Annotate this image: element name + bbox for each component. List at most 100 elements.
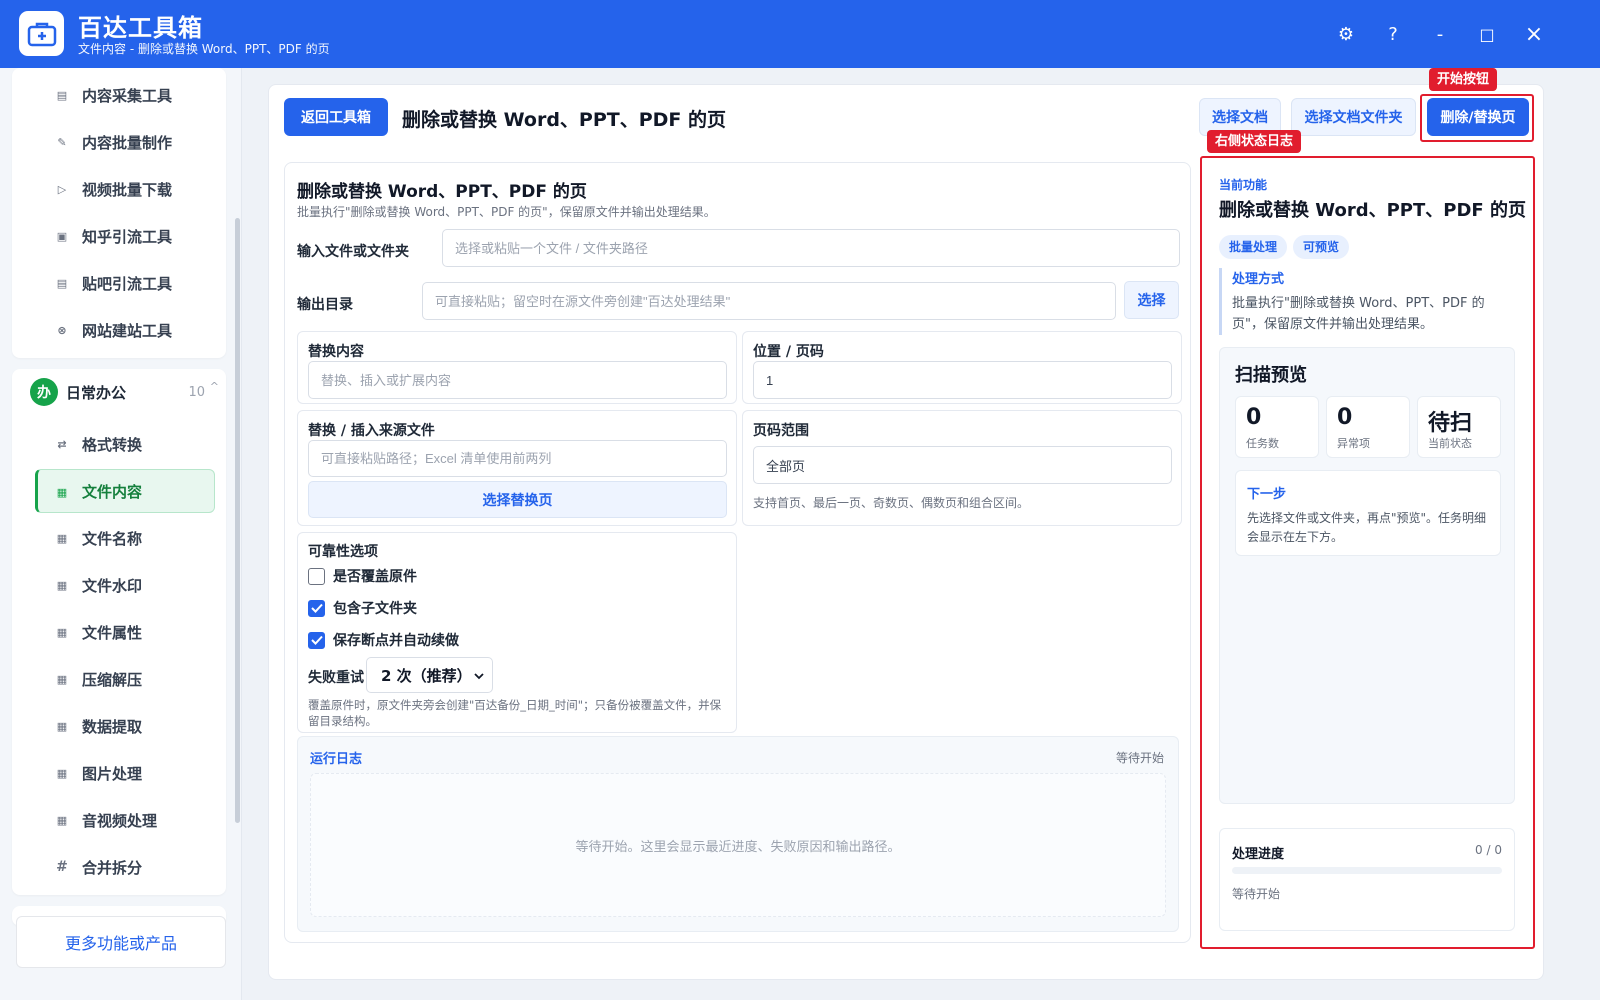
choose-replace-page-button[interactable]: 选择替换页 — [308, 481, 727, 518]
scan-preview-title: 扫描预览 — [1235, 365, 1307, 386]
close-icon[interactable]: × — [1520, 20, 1548, 48]
sidebar-item-tieba[interactable]: ▤ 贴吧引流工具 — [24, 261, 219, 305]
next-step-title: 下一步 — [1247, 487, 1287, 502]
overwrite-checkbox[interactable] — [308, 567, 325, 585]
sidebar-item-content-batch[interactable]: ✎ 内容批量制作 — [24, 120, 219, 164]
grid-icon: ▦ — [56, 485, 68, 499]
current-function-title: 删除或替换 Word、PPT、PDF 的页 — [1219, 200, 1526, 221]
scan-preview: 扫描预览 0 任务数 0 异常项 待扫 当前状态 下一步 先选择文件或文件夹，再… — [1219, 347, 1515, 804]
subfolders-checkbox[interactable] — [308, 599, 325, 617]
app-subtitle: 文件内容 - 删除或替换 Word、PPT、PDF 的页 — [78, 42, 330, 56]
next-step-card: 下一步 先选择文件或文件夹，再点"预览"。任务明细会显示在左下方。 — [1235, 470, 1501, 556]
hash-icon: # — [56, 859, 68, 875]
retry-select[interactable]: 2 次（推荐） — [366, 657, 493, 693]
source-file-box: 替换 / 插入来源文件 选择替换页 — [297, 410, 737, 526]
sidebar-group-daily-office[interactable]: 办 日常办公 10 ^ — [30, 370, 225, 414]
source-file-field[interactable] — [308, 440, 727, 477]
input-path-label: 输入文件或文件夹 — [297, 244, 409, 260]
progress-count: 0 / 0 — [1475, 843, 1502, 857]
page-range-field[interactable] — [753, 446, 1172, 484]
sidebar-scrollbar[interactable] — [235, 218, 240, 823]
replace-content-box: 替换内容 — [297, 331, 737, 404]
sidebar-item-file-watermark[interactable]: ▦ 文件水印 — [24, 563, 219, 607]
chevron-up-icon: ^ — [209, 380, 219, 393]
sidebar: ▤ 内容采集工具 ✎ 内容批量制作 ▷ 视频批量下载 ▣ 知乎引流工具 ▤ 贴吧引流工具 … — [0, 68, 242, 1000]
page-range-box: 页码范围 支持首页、最后一页、奇数页、偶数页和组合区间。 — [742, 410, 1182, 526]
overwrite-option[interactable]: 是否覆盖原件 — [308, 566, 417, 586]
method-description: 批量执行"删除或替换 Word、PPT、PDF 的页"，保留原文件并输出处理结果… — [1232, 296, 1485, 332]
group-label: 日常办公 — [66, 383, 127, 402]
run-log-title: 运行日志 — [310, 752, 363, 767]
replace-content-label: 替换内容 — [308, 344, 364, 360]
output-dir-label: 输出目录 — [297, 297, 353, 313]
back-to-toolbox-button[interactable]: 返回工具箱 — [284, 98, 388, 136]
sidebar-item-format-convert[interactable]: ⇄ 格式转换 — [24, 422, 219, 466]
retry-label: 失败重试 — [308, 670, 364, 686]
progress-card: 处理进度 0 / 0 等待开始 — [1219, 828, 1515, 931]
output-dir-field[interactable] — [422, 282, 1116, 320]
sidebar-item-av[interactable]: ▦ 音视频处理 — [24, 798, 219, 842]
sidebar-item-zhihu[interactable]: ▣ 知乎引流工具 — [24, 214, 219, 258]
grid-icon: ▦ — [56, 672, 68, 686]
form-card: 删除或替换 Word、PPT、PDF 的页 批量执行"删除或替换 Word、PP… — [284, 162, 1191, 943]
zhihu-icon: ▣ — [56, 229, 68, 243]
progress-bar — [1232, 867, 1502, 874]
form-description: 批量执行"删除或替换 Word、PPT、PDF 的页"，保留原文件并输出处理结果… — [297, 205, 716, 219]
sidebar-item-file-name[interactable]: ▦ 文件名称 — [24, 516, 219, 560]
settings-icon[interactable]: ⚙ — [1332, 20, 1360, 48]
sidebar-item-compress[interactable]: ▦ 压缩解压 — [24, 657, 219, 701]
minimize-icon[interactable]: - — [1426, 20, 1454, 48]
input-path-field[interactable] — [442, 229, 1180, 267]
next-step-description: 先选择文件或文件夹，再点"预览"。任务明细会显示在左下方。 — [1247, 511, 1487, 544]
sidebar-item-file-props[interactable]: ▦ 文件属性 — [24, 610, 219, 654]
sidebar-item-file-content[interactable]: ▦ 文件内容 — [35, 469, 215, 513]
position-field[interactable] — [753, 361, 1172, 399]
reliability-label: 可靠性选项 — [308, 544, 378, 560]
app-logo-icon — [19, 11, 64, 56]
start-button-tag: 开始按钮 — [1429, 68, 1498, 91]
pill-batch: 批量处理 — [1219, 235, 1288, 259]
sidebar-item-data-extract[interactable]: ▦ 数据提取 — [24, 704, 219, 748]
reliability-box: 可靠性选项 是否覆盖原件 包含子文件夹 保存断点并自动续做 失败重试 2 次（推… — [297, 532, 737, 733]
sidebar-item-image[interactable]: ▦ 图片处理 — [24, 751, 219, 795]
progress-status: 等待开始 — [1232, 887, 1281, 901]
page-range-hint: 支持首页、最后一页、奇数页、偶数页和组合区间。 — [753, 496, 1030, 510]
processing-method: 处理方式 批量执行"删除或替换 Word、PPT、PDF 的页"，保留原文件并输… — [1219, 268, 1515, 335]
page-title: 删除或替换 Word、PPT、PDF 的页 — [402, 109, 727, 131]
help-icon[interactable]: ? — [1379, 20, 1407, 48]
grid-icon: ▦ — [56, 625, 68, 639]
tieba-icon: ▤ — [56, 276, 68, 290]
sidebar-item-merge-split[interactable]: # 合并拆分 — [24, 845, 219, 889]
sidebar-item-content-collect[interactable]: ▤ 内容采集工具 — [24, 73, 219, 117]
grid-icon: ▦ — [56, 813, 68, 827]
convert-icon: ⇄ — [57, 437, 67, 451]
run-log-status: 等待开始 — [1115, 751, 1164, 765]
app-title: 百达工具箱 — [78, 14, 203, 42]
chevron-down-icon — [474, 667, 484, 685]
subfolders-option[interactable]: 包含子文件夹 — [308, 598, 417, 618]
group-count: 10 — [188, 384, 205, 400]
progress-title: 处理进度 — [1232, 847, 1285, 862]
form-title: 删除或替换 Word、PPT、PDF 的页 — [297, 182, 587, 202]
stat-anomaly-count: 0 异常项 — [1326, 396, 1410, 458]
more-products-button[interactable]: 更多功能或产品 — [16, 916, 226, 968]
reliability-note: 覆盖原件时，原文件夹旁会创建"百达备份_日期_时间"；只备份被覆盖文件，并保留目… — [308, 698, 722, 728]
replace-content-field[interactable] — [308, 361, 727, 399]
run-log: 运行日志 等待开始 等待开始。这里会显示最近进度、失败原因和输出路径。 — [297, 736, 1179, 932]
maximize-icon[interactable]: □ — [1473, 20, 1501, 48]
resume-option[interactable]: 保存断点并自动续做 — [308, 630, 459, 650]
pill-preview: 可预览 — [1293, 235, 1350, 259]
sidebar-item-video-download[interactable]: ▷ 视频批量下载 — [24, 167, 219, 211]
select-folder-button[interactable]: 选择文档文件夹 — [1291, 98, 1416, 136]
run-log-empty-text: 等待开始。这里会显示最近进度、失败原因和输出路径。 — [310, 773, 1166, 917]
group-badge: 办 — [30, 378, 58, 406]
video-icon: ▷ — [57, 182, 67, 196]
right-status-panel: 当前功能 删除或替换 Word、PPT、PDF 的页 批量处理 可预览 处理方式… — [1207, 162, 1529, 943]
resume-checkbox[interactable] — [308, 631, 325, 649]
current-function-label: 当前功能 — [1219, 178, 1268, 192]
stat-task-count: 0 任务数 — [1235, 396, 1319, 458]
sidebar-item-website[interactable]: ⊗ 网站建站工具 — [24, 308, 219, 352]
output-select-button[interactable]: 选择 — [1124, 281, 1179, 319]
main-panel: 返回工具箱 删除或替换 Word、PPT、PDF 的页 选择文档 选择文档文件夹… — [268, 68, 1544, 980]
edit-icon: ✎ — [57, 135, 67, 149]
